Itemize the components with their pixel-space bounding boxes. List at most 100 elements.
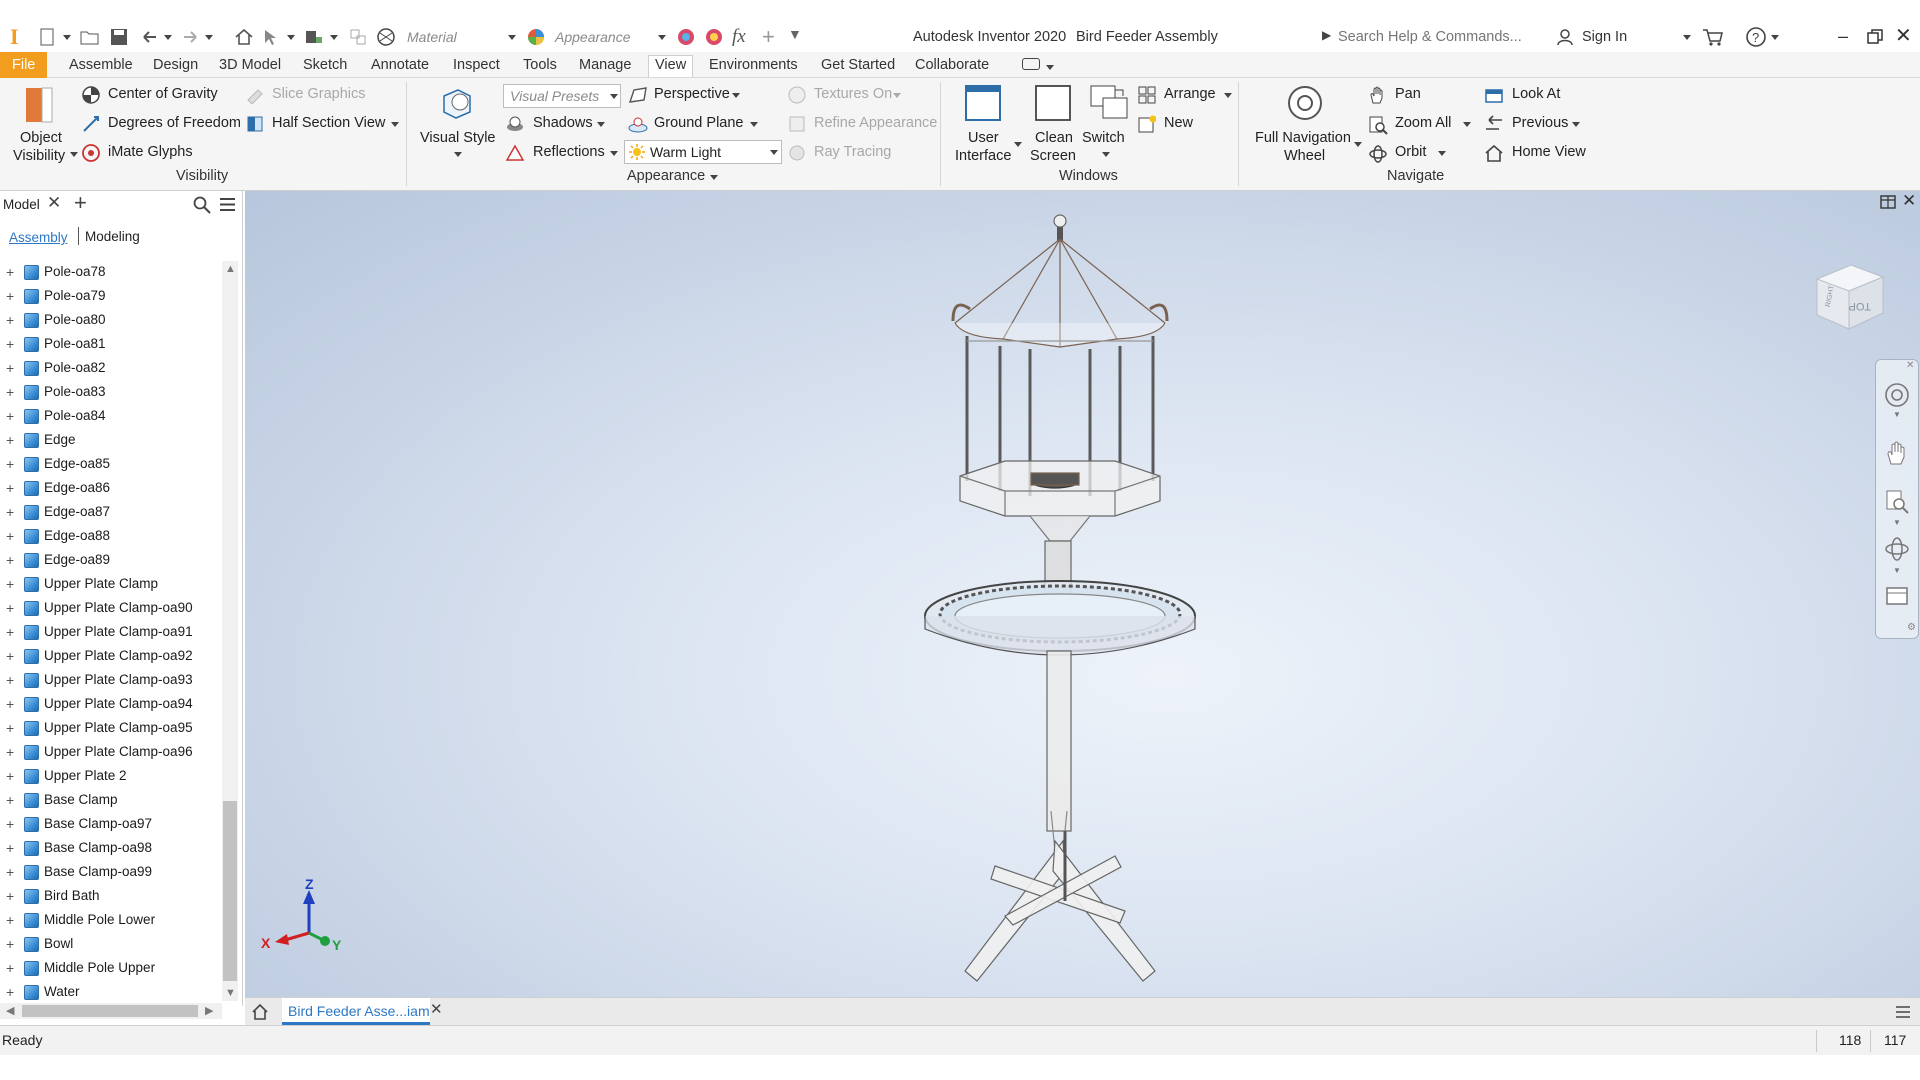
tree-item[interactable]: + Upper Plate Clamp-oa95: [0, 717, 225, 741]
ground-plane-button[interactable]: Ground Plane: [654, 115, 743, 131]
expand-icon[interactable]: +: [6, 457, 16, 471]
tab-get-started[interactable]: Get Started: [818, 56, 898, 78]
horizontal-scrollbar-thumb[interactable]: [22, 1005, 198, 1017]
reflections-button[interactable]: Reflections: [533, 144, 605, 160]
tree-item[interactable]: + Bird Bath: [0, 885, 225, 909]
user-interface-button[interactable]: User Interface: [952, 82, 1022, 166]
tree-item[interactable]: + Pole-oa80: [0, 309, 225, 333]
tree-item[interactable]: + Middle Pole Upper: [0, 957, 225, 981]
textures-on-button[interactable]: Textures On: [814, 86, 892, 102]
close-browser-icon[interactable]: ✕: [47, 193, 61, 213]
tree-item[interactable]: + Edge-oa87: [0, 501, 225, 525]
scrollbar-thumb[interactable]: [223, 801, 237, 981]
document-tab[interactable]: Bird Feeder Asse...iam ✕: [282, 998, 443, 1025]
full-navigation-wheel-button[interactable]: Full Navigation Wheel: [1250, 82, 1362, 166]
close-window-button[interactable]: ✕: [1895, 23, 1912, 48]
inventor-logo-icon[interactable]: I: [10, 26, 24, 48]
tree-item[interactable]: + Edge-oa89: [0, 549, 225, 573]
tree-item[interactable]: + Upper Plate Clamp-oa93: [0, 669, 225, 693]
expand-icon[interactable]: +: [6, 793, 16, 807]
sign-in-link[interactable]: Sign In: [1582, 29, 1627, 45]
zoom-all-button[interactable]: Zoom All: [1395, 115, 1451, 131]
tree-item[interactable]: + Edge-oa85: [0, 453, 225, 477]
tab-assembly[interactable]: Assembly: [9, 229, 68, 245]
half-section-view-button[interactable]: Half Section View: [272, 115, 385, 131]
tree-item[interactable]: + Pole-oa84: [0, 405, 225, 429]
tree-item[interactable]: + Upper Plate 2: [0, 765, 225, 789]
tree-item[interactable]: + Pole-oa78: [0, 261, 225, 285]
cart-icon[interactable]: [1702, 27, 1724, 47]
add-browser-tab-icon[interactable]: +: [74, 190, 87, 216]
ribbon-display-options-icon[interactable]: [1022, 58, 1040, 70]
clear-appearance-icon[interactable]: [704, 27, 724, 47]
home-view-button[interactable]: Home View: [1512, 144, 1586, 160]
shadows-button[interactable]: Shadows: [533, 115, 593, 131]
tab-manage[interactable]: Manage: [576, 56, 634, 78]
plus-icon[interactable]: +: [762, 24, 775, 50]
steering-wheel-icon[interactable]: [1884, 382, 1910, 408]
tree-item[interactable]: + Base Clamp-oa98: [0, 837, 225, 861]
tree-item[interactable]: + Upper Plate Clamp-oa94: [0, 693, 225, 717]
expand-icon[interactable]: +: [6, 529, 16, 543]
tree-item[interactable]: + Pole-oa79: [0, 285, 225, 309]
tree-item[interactable]: + Edge: [0, 429, 225, 453]
expand-icon[interactable]: +: [6, 313, 16, 327]
tree-item[interactable]: + Pole-oa81: [0, 333, 225, 357]
viewport-layout-icon[interactable]: [1880, 195, 1896, 209]
minimize-button[interactable]: –: [1838, 26, 1848, 47]
tree-item[interactable]: + Bowl: [0, 933, 225, 957]
browser-search-icon[interactable]: [193, 196, 211, 214]
tab-collaborate[interactable]: Collaborate: [912, 56, 992, 78]
object-visibility-button[interactable]: Object Visibility: [8, 82, 78, 164]
navbar-pan-icon[interactable]: [1884, 440, 1910, 466]
visibility-panel-label[interactable]: Visibility: [176, 168, 228, 184]
tree-item[interactable]: + Pole-oa82: [0, 357, 225, 381]
expand-icon[interactable]: +: [6, 721, 16, 735]
orbit-button[interactable]: Orbit: [1395, 144, 1426, 160]
imate-glyphs-button[interactable]: iMate Glyphs: [108, 144, 193, 160]
browser-menu-icon[interactable]: [219, 197, 236, 212]
tree-item[interactable]: + Upper Plate Clamp-oa90: [0, 597, 225, 621]
expand-icon[interactable]: +: [6, 817, 16, 831]
constraint-icon[interactable]: [348, 27, 368, 47]
expand-icon[interactable]: +: [6, 409, 16, 423]
perspective-button[interactable]: Perspective: [654, 86, 730, 102]
tree-item[interactable]: + Base Clamp-oa99: [0, 861, 225, 885]
browser-horizontal-scrollbar[interactable]: ◀ ▶: [0, 1003, 222, 1019]
expand-icon[interactable]: +: [6, 337, 16, 351]
tree-item[interactable]: + Upper Plate Clamp-oa91: [0, 621, 225, 645]
tree-item[interactable]: + Water: [0, 981, 225, 1005]
refine-appearance-button[interactable]: Refine Appearance: [814, 115, 937, 131]
expand-icon[interactable]: +: [6, 289, 16, 303]
expand-icon[interactable]: +: [6, 577, 16, 591]
tab-environments[interactable]: Environments: [706, 56, 801, 78]
tab-annotate[interactable]: Annotate: [368, 56, 432, 78]
navbar-orbit-icon[interactable]: [1884, 536, 1910, 562]
parameters-icon[interactable]: fx: [732, 26, 746, 48]
search-input[interactable]: [1336, 25, 1550, 49]
navigate-panel-label[interactable]: Navigate: [1387, 168, 1444, 184]
expand-icon[interactable]: +: [6, 265, 16, 279]
tab-3d-model[interactable]: 3D Model: [216, 56, 284, 78]
new-file-icon[interactable]: [38, 28, 56, 46]
visual-style-button[interactable]: Visual Style: [416, 82, 498, 162]
navbar-look-at-icon[interactable]: [1884, 582, 1910, 608]
expand-icon[interactable]: +: [6, 601, 16, 615]
expand-icon[interactable]: +: [6, 697, 16, 711]
navbar-customize-icon[interactable]: ⚙: [1907, 622, 1916, 633]
search-expand-arrow-icon[interactable]: ▶: [1322, 28, 1331, 42]
slice-graphics-button[interactable]: Slice Graphics: [272, 86, 365, 102]
tab-tools[interactable]: Tools: [520, 56, 560, 78]
material-dropdown[interactable]: Material: [402, 25, 520, 49]
close-viewport-icon[interactable]: ✕: [1902, 191, 1916, 211]
visual-presets-dropdown[interactable]: Visual Presets: [503, 84, 621, 108]
lighting-style-dropdown[interactable]: Warm Light: [624, 140, 782, 164]
tab-design[interactable]: Design: [150, 56, 201, 78]
tab-modeling[interactable]: Modeling: [85, 229, 140, 244]
expand-icon[interactable]: +: [6, 385, 16, 399]
expand-icon[interactable]: +: [6, 745, 16, 759]
tab-assemble[interactable]: Assemble: [66, 56, 136, 78]
navbar-zoom-icon[interactable]: [1884, 488, 1910, 514]
search-box[interactable]: [1336, 25, 1550, 49]
windows-panel-label[interactable]: Windows: [1059, 168, 1118, 184]
